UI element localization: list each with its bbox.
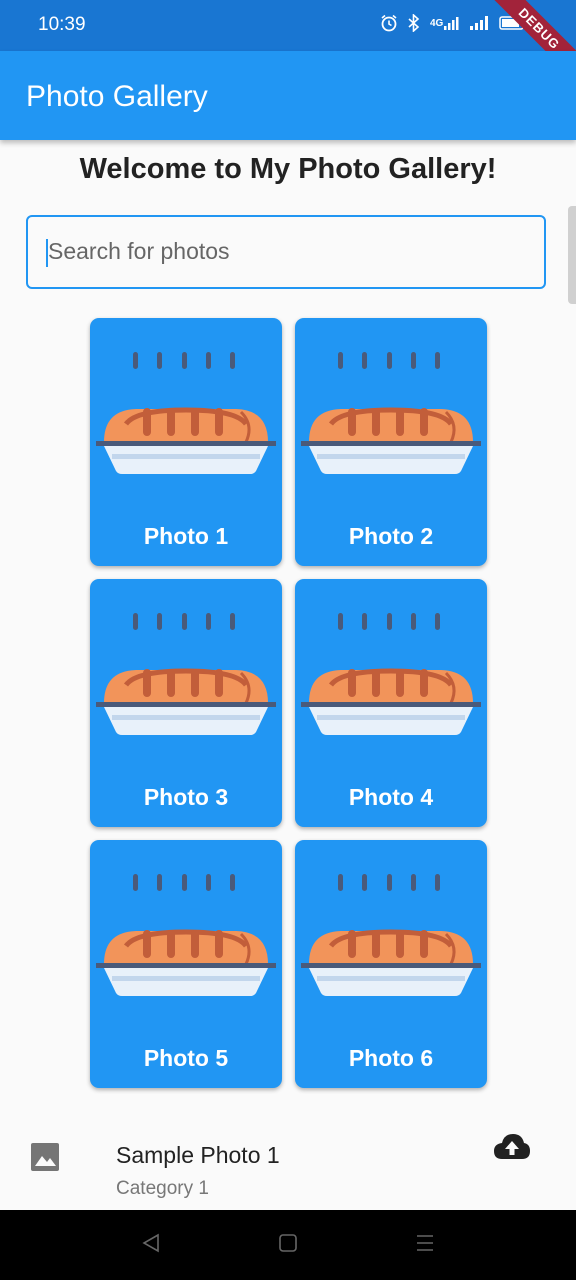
search-field[interactable] [26,215,546,289]
network-4g-icon: 4G [430,15,459,31]
alarm-icon [380,14,398,32]
photo-label: Photo 3 [143,784,229,810]
photo-label: Photo 6 [348,1045,434,1071]
back-icon[interactable] [140,1232,162,1259]
photo-tile-1[interactable]: Photo 1 [90,318,282,566]
photo-label: Photo 1 [143,523,229,549]
home-icon[interactable] [277,1232,299,1259]
scrollbar-thumb[interactable] [568,206,576,304]
list-item-title: Sample Photo 1 [116,1142,280,1168]
list-item-subtitle: Category 1 [116,1178,209,1199]
cloud-upload-icon[interactable] [493,1132,531,1167]
photo-tile-3[interactable]: Photo 3 [90,579,282,827]
food-image-icon [96,613,276,735]
text-cursor [46,239,48,267]
photo-grid: Photo 1 Photo 2 Photo 3 Photo 4 Photo 5 … [90,318,487,1088]
list-item[interactable]: Sample Photo 1 Category 1 [0,1128,576,1210]
status-icons: 4G [380,14,527,32]
photo-label: Photo 4 [348,784,434,810]
image-icon [30,1142,60,1177]
search-input[interactable] [46,237,530,266]
welcome-heading: Welcome to My Photo Gallery! [79,153,497,185]
photo-tile-5[interactable]: Photo 5 [90,840,282,1088]
food-image-icon [301,352,481,474]
app-bar: Photo Gallery [0,51,576,140]
photo-label: Photo 5 [143,1045,229,1071]
status-time: 10:39 [38,14,86,35]
food-image-icon [301,613,481,735]
app-title: Photo Gallery [26,80,208,113]
network-type-label: 4G [430,17,444,29]
system-nav-bar [0,1210,576,1280]
bluetooth-icon [408,14,420,32]
menu-icon[interactable] [414,1232,436,1259]
food-image-icon [96,352,276,474]
status-bar: 10:39 4G DEBUG [0,0,576,90]
food-image-icon [301,874,481,996]
photo-label: Photo 2 [348,523,434,549]
photo-tile-2[interactable]: Photo 2 [295,318,487,566]
photo-tile-6[interactable]: Photo 6 [295,840,487,1088]
food-image-icon [96,874,276,996]
signal-icon [469,15,489,31]
photo-tile-4[interactable]: Photo 4 [295,579,487,827]
